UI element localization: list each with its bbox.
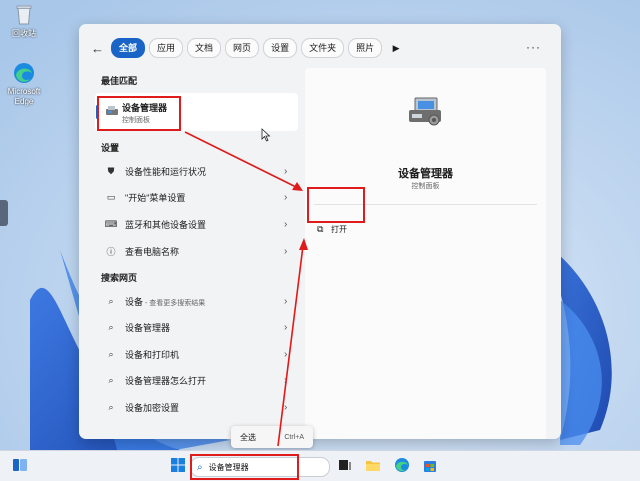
mouse-cursor-icon — [261, 128, 271, 142]
annotation-arrows — [184, 131, 308, 447]
annotation-arrow-line — [184, 131, 299, 189]
annotation-arrow-line — [277, 245, 304, 447]
annotation-arrow-head — [299, 238, 308, 250]
